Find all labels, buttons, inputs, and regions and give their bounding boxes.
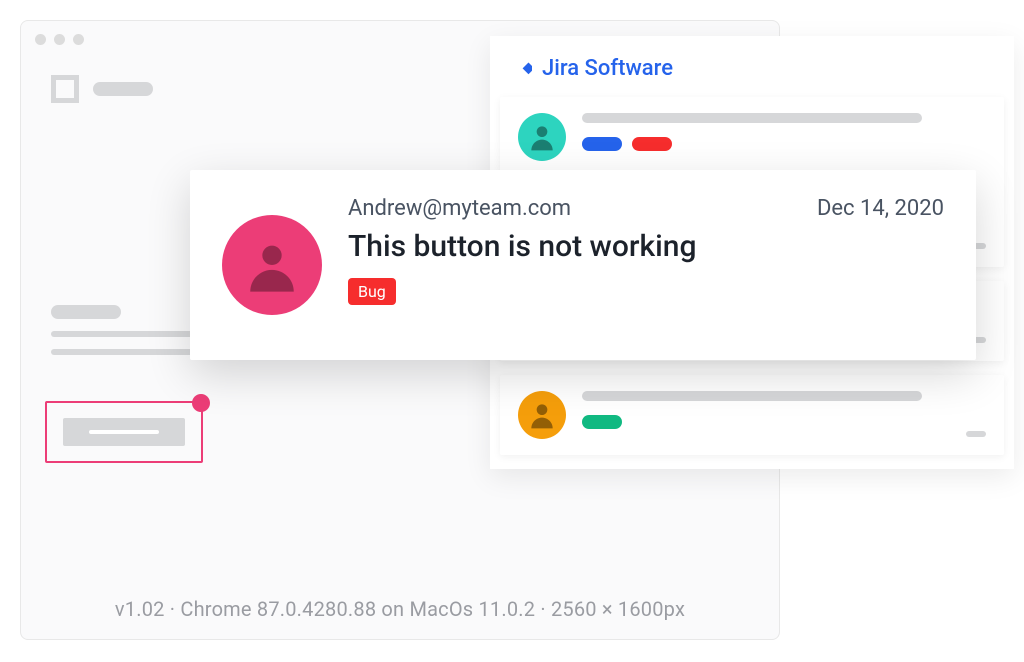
target-button-label-skeleton [89,430,159,434]
session-resolution: 2560 × 1600px [551,597,685,621]
issue-tag-bug: Bug [348,278,396,305]
feature-body: Andrew@myteam.com Dec 14, 2020 This butt… [348,196,944,334]
sidebar-heading-skeleton [51,305,121,319]
card-tags [582,415,986,429]
traffic-minimize[interactable] [54,34,65,45]
annotation-pin-icon[interactable] [192,394,210,412]
sidebar-line-skeleton [51,349,201,355]
jira-header: Jira Software [490,50,1014,97]
featured-issue-card[interactable]: Andrew@myteam.com Dec 14, 2020 This butt… [190,170,976,360]
tag-pill [632,137,672,151]
sidebar-line-skeleton [51,331,201,337]
reporter-email: Andrew@myteam.com [348,196,571,221]
selected-element-highlight[interactable] [45,401,203,463]
sidebar [51,305,211,355]
app-logo-label [93,82,153,96]
feature-meta: Andrew@myteam.com Dec 14, 2020 [348,196,944,221]
card-title-skeleton [582,113,922,123]
jira-card[interactable] [500,375,1004,455]
card-title-skeleton [582,391,922,401]
avatar [518,391,566,439]
card-body [582,391,986,439]
traffic-close[interactable] [35,34,46,45]
card-tags [582,137,986,151]
session-metadata: v1.02 · Chrome 87.0.4280.88 on MacOs 11.… [21,597,779,621]
target-button[interactable] [63,418,185,446]
tag-pill [582,415,622,429]
reporter-avatar [222,215,322,315]
jira-title: Jira Software [542,56,673,81]
app-logo-icon [51,75,79,103]
session-browser: Chrome 87.0.4280.88 on MacOs 11.0.2 [180,597,535,621]
session-version: v1.02 [115,597,165,621]
jira-logo-icon [512,59,532,79]
issue-title: This button is not working [348,229,944,264]
traffic-zoom[interactable] [73,34,84,45]
more-icon[interactable] [966,431,986,437]
tag-pill [582,137,622,151]
issue-date: Dec 14, 2020 [817,196,944,221]
avatar [518,113,566,161]
